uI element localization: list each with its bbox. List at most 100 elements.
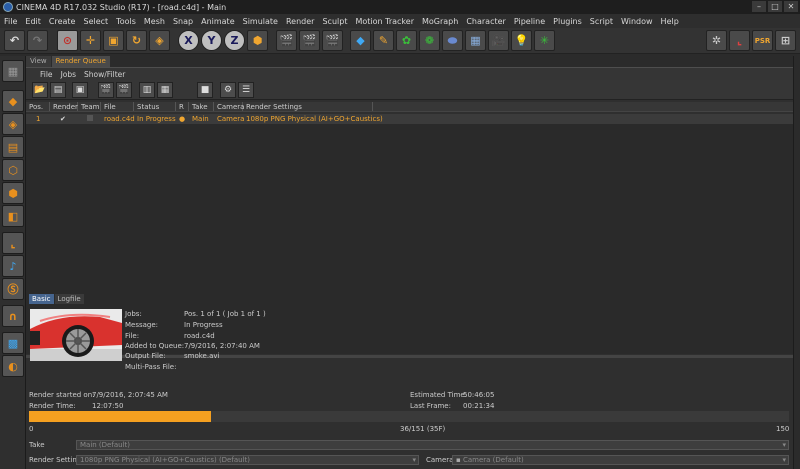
- header-render-settings[interactable]: Render Settings: [243, 102, 373, 111]
- panel-menu-jobs[interactable]: Jobs: [61, 70, 76, 79]
- coordinate-system-icon[interactable]: ⬢: [247, 30, 268, 51]
- close-button[interactable]: ✕: [784, 1, 798, 12]
- tab-basic[interactable]: Basic: [29, 294, 54, 304]
- minimize-button[interactable]: –: [752, 1, 766, 12]
- menu-snap[interactable]: Snap: [173, 17, 193, 26]
- tab-render-queue[interactable]: Render Queue: [51, 56, 110, 67]
- add-file-icon[interactable]: ▤: [50, 82, 66, 98]
- start-render-icon[interactable]: 🎬: [98, 82, 114, 98]
- settings-icon[interactable]: ⚙: [220, 82, 236, 98]
- open-file-icon[interactable]: 📂: [32, 82, 48, 98]
- menu-help[interactable]: Help: [661, 17, 679, 26]
- panel-menu-file[interactable]: File: [40, 70, 53, 79]
- render-queue-icon[interactable]: ▣: [72, 82, 88, 98]
- stop-icon[interactable]: ■: [197, 82, 213, 98]
- menu-render[interactable]: Render: [286, 17, 314, 26]
- z-axis-lock-icon[interactable]: Z: [224, 30, 245, 51]
- make-editable-icon[interactable]: ▦: [2, 60, 24, 82]
- lock-workplane-icon[interactable]: ▩: [2, 332, 24, 354]
- menu-motion-tracker[interactable]: Motion Tracker: [355, 17, 414, 26]
- header-take[interactable]: Take: [189, 102, 214, 111]
- header-r[interactable]: R: [176, 102, 189, 111]
- menu-animate[interactable]: Animate: [201, 17, 235, 26]
- header-render[interactable]: Render: [50, 102, 78, 111]
- axis-mode-icon[interactable]: ⌞: [2, 232, 24, 254]
- menu-tools[interactable]: Tools: [116, 17, 136, 26]
- deformer-icon[interactable]: ⬬: [442, 30, 463, 51]
- render-picture-viewer-icon[interactable]: 🎬: [299, 30, 320, 51]
- render-settings-icon[interactable]: 🎬: [322, 30, 343, 51]
- model-mode-icon[interactable]: ◆: [2, 90, 24, 112]
- job-list-area[interactable]: [26, 124, 793, 354]
- recent-tools-icon[interactable]: ◈: [149, 30, 170, 51]
- view-list-icon[interactable]: ▥: [139, 82, 155, 98]
- snap-settings-icon[interactable]: ✲: [706, 30, 727, 51]
- snap-toggle-icon[interactable]: Ⓢ: [2, 278, 24, 300]
- redo-icon[interactable]: ↷: [27, 30, 48, 51]
- tab-logfile[interactable]: Logfile: [54, 294, 84, 304]
- pen-spline-icon[interactable]: ✎: [373, 30, 394, 51]
- header-status[interactable]: Status: [134, 102, 176, 111]
- subdivision-icon[interactable]: ✿: [396, 30, 417, 51]
- stop-render-icon[interactable]: 🎬: [116, 82, 132, 98]
- menu-script[interactable]: Script: [590, 17, 613, 26]
- scale-icon[interactable]: ▣: [103, 30, 124, 51]
- solo-mode-icon[interactable]: ◐: [2, 355, 24, 377]
- menu-plugins[interactable]: Plugins: [553, 17, 582, 26]
- cell-render-checkbox[interactable]: ✔: [50, 114, 78, 124]
- render-settings-dropdown[interactable]: 1080p PNG Physical (AI+GO+Caustics) (Def…: [76, 455, 419, 465]
- live-selection-icon[interactable]: ⊙: [57, 30, 78, 51]
- y-axis-lock-icon[interactable]: Y: [201, 30, 222, 51]
- menu-simulate[interactable]: Simulate: [243, 17, 278, 26]
- value-jobs: Pos. 1 of 1 ( Job 1 of 1 ): [184, 310, 266, 318]
- menu-sculpt[interactable]: Sculpt: [322, 17, 347, 26]
- menu-window[interactable]: Window: [621, 17, 653, 26]
- cloner-icon[interactable]: ❁: [419, 30, 440, 51]
- menu-character[interactable]: Character: [466, 17, 506, 26]
- menu-select[interactable]: Select: [83, 17, 108, 26]
- table-row[interactable]: 1 ✔ road.c4d In Progress ● Main Camera 1…: [26, 114, 793, 124]
- menu-pipeline[interactable]: Pipeline: [514, 17, 545, 26]
- move-icon[interactable]: ✛: [80, 30, 101, 51]
- magnet-icon[interactable]: ∩: [2, 305, 24, 327]
- maximize-button[interactable]: □: [768, 1, 782, 12]
- edges-mode-icon[interactable]: ⬢: [2, 182, 24, 204]
- header-camera[interactable]: Camera: [214, 102, 244, 111]
- progress-min-label: 0: [29, 425, 34, 433]
- view-details-icon[interactable]: ▦: [157, 82, 173, 98]
- polygons-mode-icon[interactable]: ◧: [2, 205, 24, 227]
- camera-icon[interactable]: 🎥: [488, 30, 509, 51]
- undo-icon[interactable]: ↶: [4, 30, 25, 51]
- tweak-mode-icon[interactable]: ♪: [2, 255, 24, 277]
- points-mode-icon[interactable]: ⬡: [2, 159, 24, 181]
- team-checkbox[interactable]: [87, 115, 93, 121]
- menu-mograph[interactable]: MoGraph: [422, 17, 458, 26]
- render-progress-bar: [29, 411, 789, 422]
- menu-create[interactable]: Create: [49, 17, 76, 26]
- workplane-mode-icon[interactable]: ▤: [2, 136, 24, 158]
- workplane-icon[interactable]: ⌞: [729, 30, 750, 51]
- menu-file[interactable]: File: [4, 17, 17, 26]
- camera-dropdown[interactable]: ▪ Camera (Default) ▾: [452, 455, 789, 465]
- texture-mode-icon[interactable]: ◈: [2, 113, 24, 135]
- header-pos[interactable]: Pos.: [26, 102, 50, 111]
- effector-icon[interactable]: ✳: [534, 30, 555, 51]
- cube-icon[interactable]: ◆: [350, 30, 371, 51]
- header-file[interactable]: File: [101, 102, 134, 111]
- header-team[interactable]: Team: [78, 102, 101, 111]
- x-axis-lock-icon[interactable]: X: [178, 30, 199, 51]
- layout-switcher-icon[interactable]: PSR: [752, 30, 773, 51]
- tab-view[interactable]: View: [26, 56, 51, 67]
- menu-mesh[interactable]: Mesh: [144, 17, 165, 26]
- panel-menu-show-filter[interactable]: Show/Filter: [84, 70, 125, 79]
- rotate-icon[interactable]: ↻: [126, 30, 147, 51]
- progress-frame-label: 36/151 (35F): [400, 425, 446, 433]
- status-dot-icon: ●: [179, 115, 186, 123]
- menu-edit[interactable]: Edit: [25, 17, 41, 26]
- floor-icon[interactable]: ▦: [465, 30, 486, 51]
- grid-icon[interactable]: ⊞: [775, 30, 796, 51]
- log-icon[interactable]: ☰: [238, 82, 254, 98]
- render-view-icon[interactable]: 🎬: [276, 30, 297, 51]
- light-icon[interactable]: 💡: [511, 30, 532, 51]
- take-dropdown[interactable]: Main (Default) ▾: [76, 440, 789, 450]
